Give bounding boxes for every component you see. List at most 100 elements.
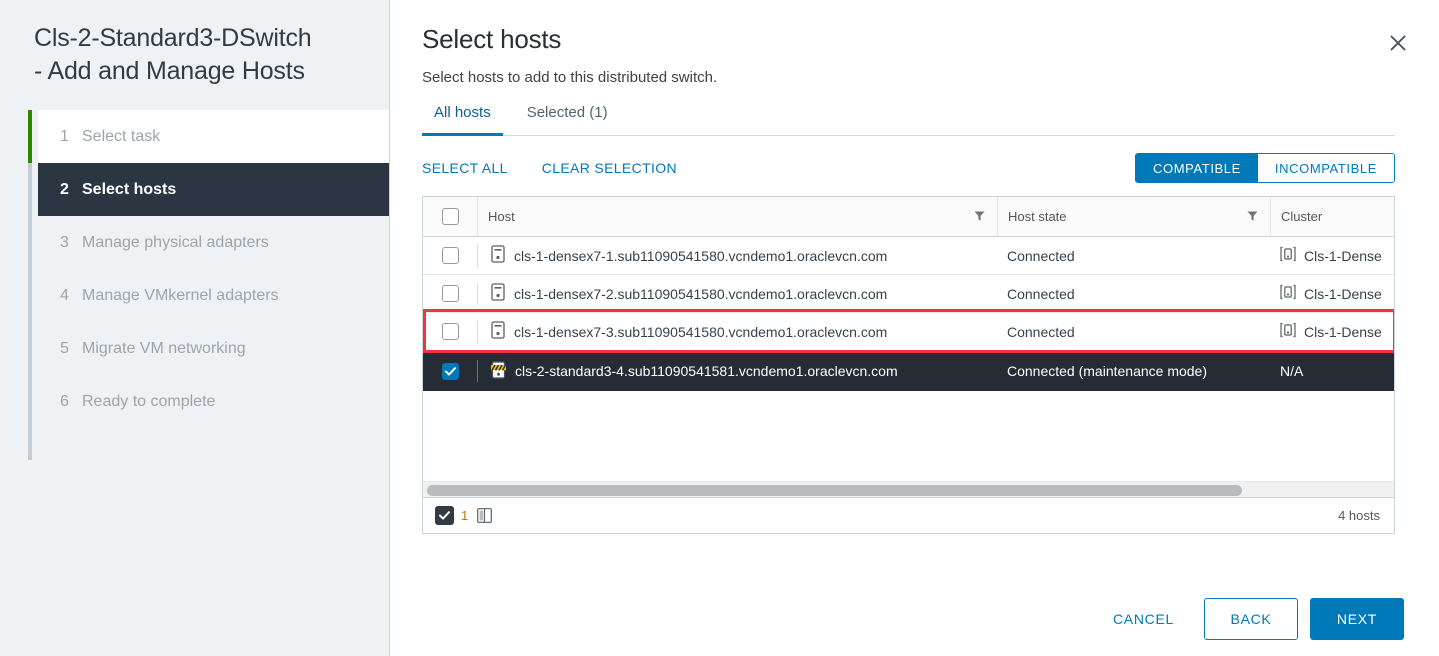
incompatible-toggle-button[interactable]: INCOMPATIBLE <box>1257 154 1394 182</box>
select-all-checkbox-cell[interactable] <box>423 208 477 225</box>
add-and-manage-hosts-wizard: Cls-2-Standard3-DSwitch - Add and Manage… <box>0 0 1439 656</box>
cluster-name: Cls-1-Dense <box>1304 323 1382 340</box>
sidebar-step-ready-to-complete[interactable]: 6 Ready to complete <box>38 375 389 428</box>
column-header-cluster-label: Cluster <box>1281 209 1323 224</box>
cancel-button[interactable]: CANCEL <box>1095 598 1192 640</box>
row-checkbox-cell[interactable] <box>423 285 477 302</box>
host-icon <box>491 321 505 342</box>
cell-cluster: N/A <box>1280 363 1304 379</box>
wizard-sidebar: Cls-2-Standard3-DSwitch - Add and Manage… <box>0 0 390 656</box>
sidebar-step-manage-vmkernel-adapters[interactable]: 4 Manage VMkernel adapters <box>38 269 389 322</box>
cell-divider <box>477 244 478 267</box>
wizard-main-panel: Select hosts Select hosts to add to this… <box>390 0 1439 656</box>
step-number: 1 <box>60 127 69 145</box>
host-maintenance-icon <box>491 360 507 382</box>
step-label: Manage physical adapters <box>82 233 269 251</box>
step-number: 3 <box>60 233 69 251</box>
table-row[interactable]: cls-1-densex7-1.sub11090541580.vcndemo1.… <box>423 237 1394 275</box>
tab-all-hosts[interactable]: All hosts <box>422 104 503 136</box>
row-checkbox[interactable] <box>441 362 459 380</box>
wizard-step-list: 1 Select task 2 Select hosts 3 Manage ph… <box>0 110 389 460</box>
cluster-name: Cls-1-Dense <box>1304 247 1382 264</box>
cluster-icon <box>1280 322 1296 341</box>
cluster-name: Cls-1-Dense <box>1304 285 1382 302</box>
cell-host-state: Connected (maintenance mode) <box>1007 363 1208 379</box>
horizontal-scrollbar-thumb[interactable] <box>427 485 1242 496</box>
step-number: 6 <box>60 392 69 410</box>
tab-selected-hosts[interactable]: Selected (1) <box>515 104 620 136</box>
host-name: cls-1-densex7-3.sub11090541580.vcndemo1.… <box>514 323 888 340</box>
wizard-title: Cls-2-Standard3-DSwitch - Add and Manage… <box>34 24 312 85</box>
host-name: cls-2-standard3-4.sub11090541581.vcndemo… <box>515 363 898 379</box>
footer-selection-checkbox[interactable] <box>435 506 454 525</box>
select-all-checkbox[interactable] <box>441 208 459 225</box>
host-name: cls-1-densex7-1.sub11090541580.vcndemo1.… <box>514 247 888 264</box>
cell-host: cls-1-densex7-1.sub11090541580.vcndemo1.… <box>477 237 997 274</box>
row-checkbox[interactable] <box>441 285 459 302</box>
compatibility-toggle-group: COMPATIBLE INCOMPATIBLE <box>1135 153 1395 183</box>
step-rail-progress <box>28 110 32 163</box>
cluster-icon <box>1280 246 1296 265</box>
sidebar-step-migrate-vm-networking[interactable]: 5 Migrate VM networking <box>38 322 389 375</box>
compatible-toggle-button[interactable]: COMPATIBLE <box>1136 154 1258 182</box>
cell-cluster: Cls-1-Dense <box>1270 237 1394 274</box>
clear-selection-button[interactable]: CLEAR SELECTION <box>542 160 677 176</box>
cell-divider <box>477 282 478 305</box>
host-tabs: All hosts Selected (1) <box>422 103 1395 136</box>
back-button[interactable]: BACK <box>1204 598 1298 640</box>
table-footer: 1 4 hosts <box>423 497 1394 533</box>
column-header-cluster[interactable]: Cluster <box>1270 197 1394 236</box>
sidebar-step-select-hosts[interactable]: 2 Select hosts <box>38 163 389 216</box>
total-hosts-count: 4 hosts <box>1338 508 1380 523</box>
cell-divider <box>477 320 478 343</box>
page-title: Select hosts <box>422 24 562 54</box>
step-label: Manage VMkernel adapters <box>82 286 279 304</box>
cell-divider <box>477 360 478 382</box>
step-label: Ready to complete <box>82 392 216 410</box>
close-icon[interactable] <box>1383 28 1413 58</box>
table-row[interactable]: cls-1-densex7-3.sub11090541580.vcndemo1.… <box>423 313 1394 351</box>
filter-icon[interactable] <box>974 209 985 224</box>
cell-host-state: Connected <box>1007 285 1075 302</box>
next-button[interactable]: NEXT <box>1310 598 1404 640</box>
step-number: 4 <box>60 286 69 304</box>
cell-cluster: Cls-1-Dense <box>1270 275 1394 312</box>
row-checkbox-cell[interactable] <box>423 362 477 380</box>
host-name: cls-1-densex7-2.sub11090541580.vcndemo1.… <box>514 285 888 302</box>
host-icon <box>491 245 505 266</box>
column-header-host[interactable]: Host <box>477 197 997 236</box>
cell-host-state: Connected <box>1007 247 1075 264</box>
sidebar-step-manage-physical-adapters[interactable]: 3 Manage physical adapters <box>38 216 389 269</box>
cell-host: cls-1-densex7-2.sub11090541580.vcndemo1.… <box>477 275 997 312</box>
selected-count: 1 <box>461 508 469 523</box>
step-label: Select hosts <box>82 180 177 198</box>
row-checkbox[interactable] <box>441 247 459 264</box>
sidebar-step-select-task[interactable]: 1 Select task <box>38 110 389 163</box>
step-number: 5 <box>60 339 69 357</box>
table-toolbar: SELECT ALL CLEAR SELECTION COMPATIBLE IN… <box>422 152 1395 184</box>
row-checkbox-cell[interactable] <box>423 323 477 340</box>
table-row-selected[interactable]: cls-2-standard3-4.sub11090541581.vcndemo… <box>423 351 1394 391</box>
step-number: 2 <box>60 180 69 198</box>
filter-icon[interactable] <box>1247 209 1258 224</box>
hosts-table: Host Host state Cluster cls-1-densex7-1.… <box>422 196 1395 534</box>
row-checkbox-cell[interactable] <box>423 247 477 264</box>
column-header-host-label: Host <box>488 209 515 224</box>
table-row[interactable]: cls-1-densex7-2.sub11090541580.vcndemo1.… <box>423 275 1394 313</box>
select-all-button[interactable]: SELECT ALL <box>422 160 508 176</box>
cell-host: cls-2-standard3-4.sub11090541581.vcndemo… <box>477 351 997 391</box>
cell-host: cls-1-densex7-3.sub11090541580.vcndemo1.… <box>477 313 997 350</box>
column-header-host-state-label: Host state <box>1008 209 1067 224</box>
column-header-host-state[interactable]: Host state <box>997 197 1270 236</box>
step-label: Migrate VM networking <box>82 339 246 357</box>
table-header-row: Host Host state Cluster <box>423 197 1394 237</box>
cluster-icon <box>1280 284 1296 303</box>
row-checkbox[interactable] <box>441 323 459 340</box>
host-icon <box>491 283 505 304</box>
cell-host-state: Connected <box>1007 323 1075 340</box>
page-subtitle: Select hosts to add to this distributed … <box>422 69 718 86</box>
cell-cluster: Cls-1-Dense <box>1270 313 1394 350</box>
columns-icon[interactable] <box>477 508 493 523</box>
horizontal-scrollbar-track[interactable] <box>423 481 1394 497</box>
wizard-footer-buttons: CANCEL BACK NEXT <box>1095 598 1404 640</box>
